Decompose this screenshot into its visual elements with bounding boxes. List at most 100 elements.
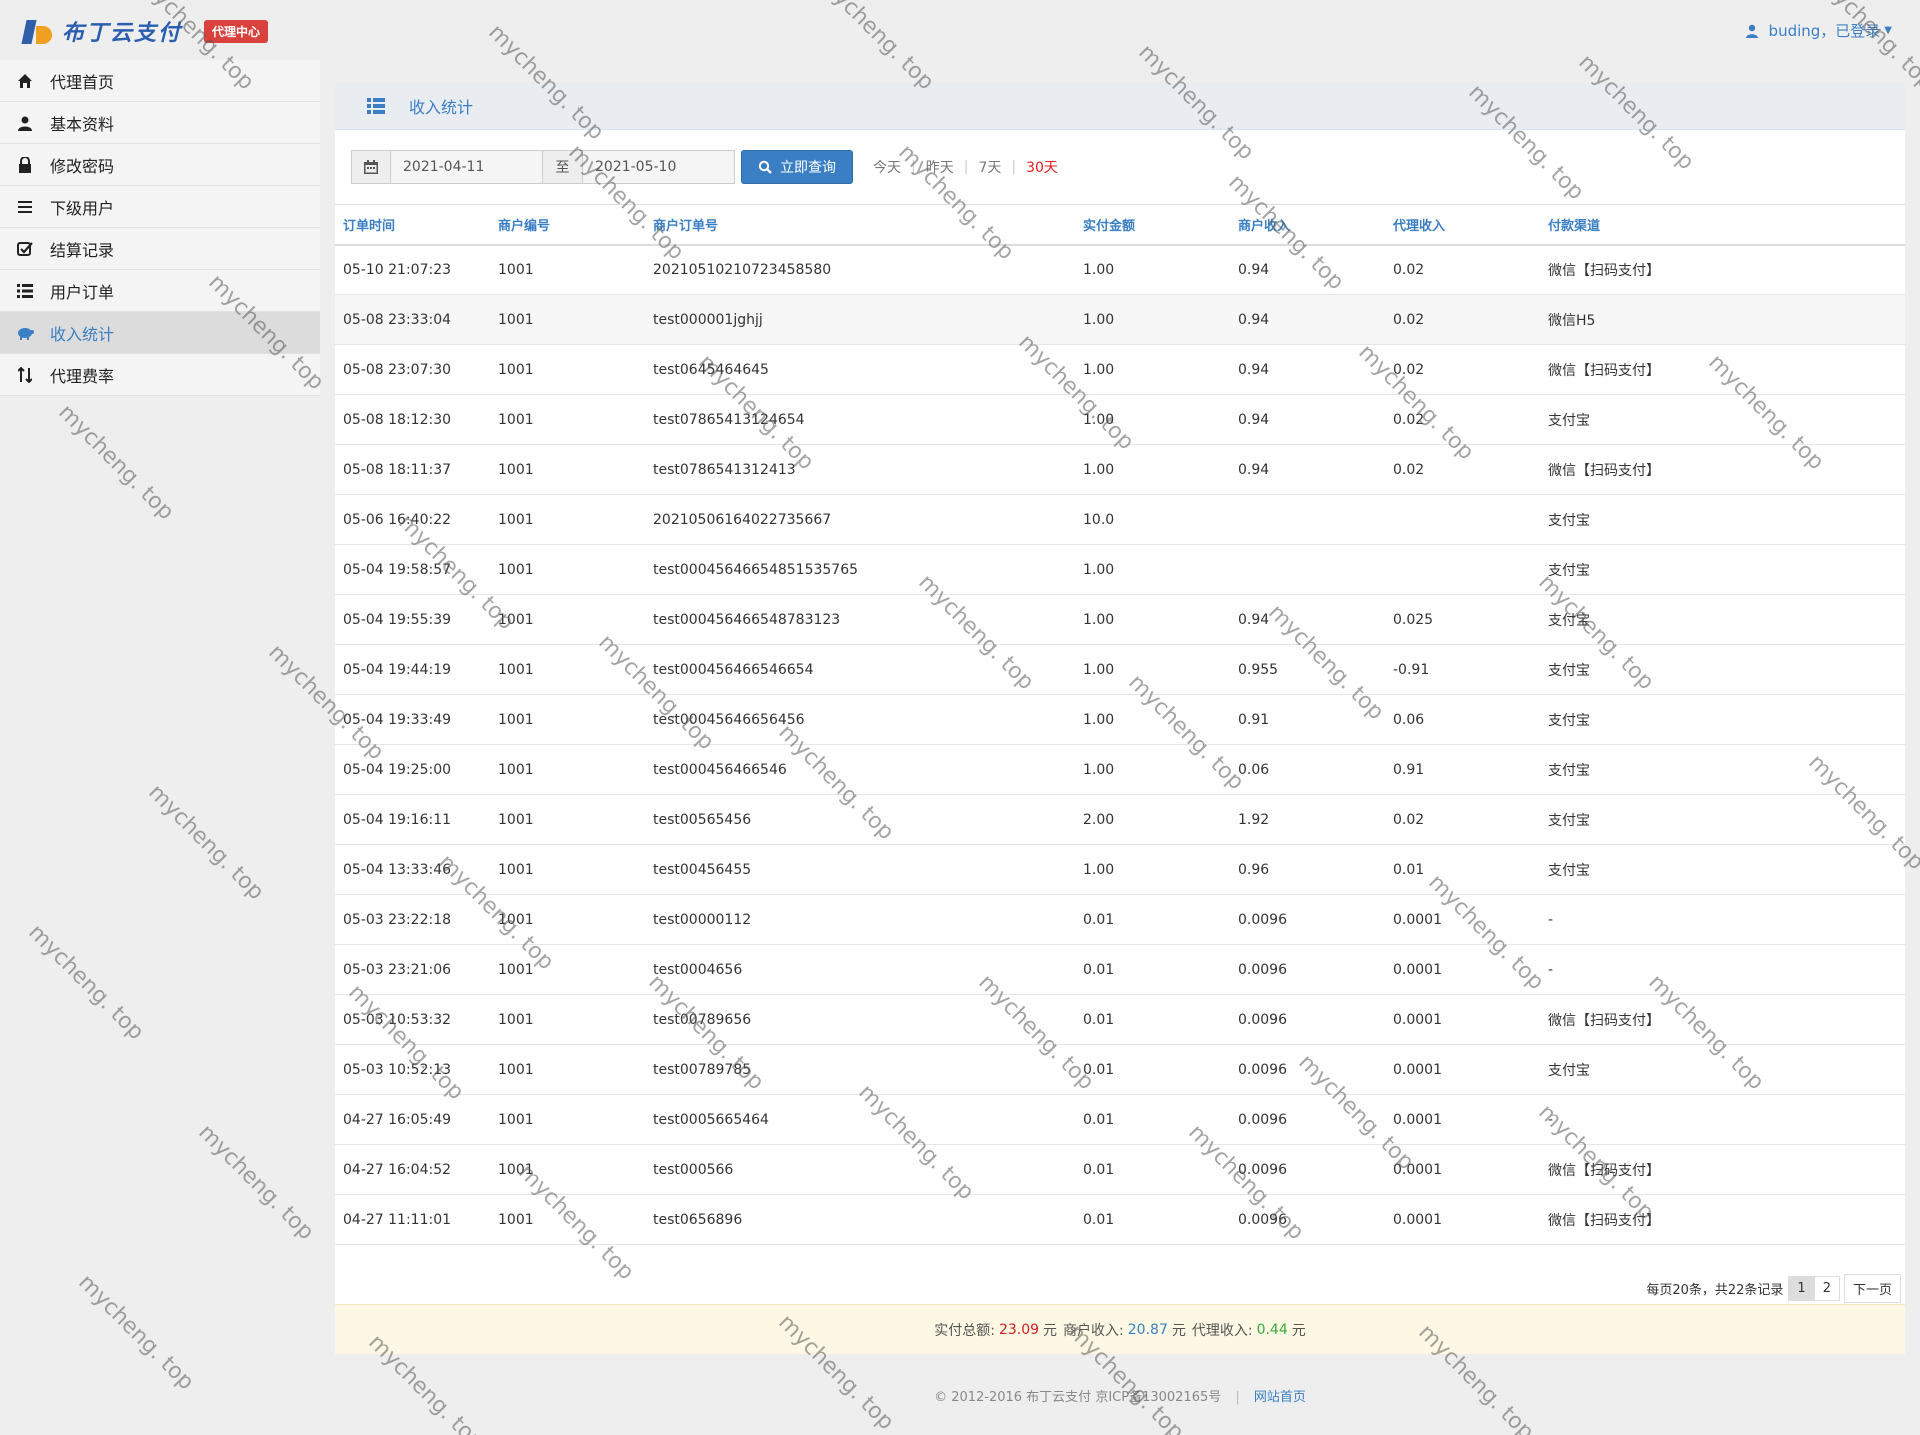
agent-income-cell: 0.02 (1385, 294, 1540, 345)
merchant-income-cell: 0.0096 (1230, 1194, 1385, 1245)
agent-income-cell: 0.0001 (1385, 1194, 1540, 1245)
calendar-icon[interactable] (351, 150, 391, 184)
paid-amount-cell: 0.01 (1075, 894, 1230, 945)
pay-channel-cell: 微信【扫码支付】 (1540, 1144, 1905, 1195)
order-time-cell: 05-04 19:25:00 (335, 744, 490, 795)
table-row: 05-08 23:07:30 1001 test0645464645 1.00 0.94… (335, 344, 1905, 395)
merchant-id-cell: 1001 (490, 544, 645, 595)
paid-amount-cell: 2.00 (1075, 794, 1230, 845)
sidebar-item-profile[interactable]: 基本资料 (0, 102, 320, 144)
sidebar-item-subusers[interactable]: 下级用户 (0, 186, 320, 228)
table-row: 05-03 10:52:13 1001 test00789785 0.01 0.0096… (335, 1044, 1905, 1095)
user-icon (14, 114, 36, 132)
query-button[interactable]: 立即查询 (741, 150, 853, 184)
merchant-income-cell: 0.94 (1230, 294, 1385, 345)
merchant-order-no-cell: test00045646656456 (645, 694, 1075, 745)
table-row: 05-08 18:11:37 1001 test0786541312413 1.00 0… (335, 444, 1905, 495)
piggy-bank-icon (14, 324, 36, 342)
merchant-income-cell: 0.96 (1230, 844, 1385, 895)
end-date-input[interactable] (583, 150, 735, 184)
column-header-merchant-id[interactable]: 商户编号 (490, 204, 645, 246)
sidebar-item-home[interactable]: 代理首页 (0, 60, 320, 102)
agent-income-cell: -0.91 (1385, 644, 1540, 695)
sidebar-item-label: 收入统计 (50, 324, 115, 344)
merchant-income-label: 商户收入: (1063, 1322, 1124, 1339)
paid-amount-cell: 1.00 (1075, 244, 1230, 295)
user-label: buding，已登录 (1768, 22, 1881, 40)
paid-amount-cell: 1.00 (1075, 694, 1230, 745)
merchant-income-cell: 0.0096 (1230, 1144, 1385, 1195)
quick-range-30-days[interactable]: 30天 (1026, 157, 1058, 177)
table-row: 05-10 21:07:23 1001 20210510210723458580 1.… (335, 244, 1905, 295)
order-time-cell: 05-10 21:07:23 (335, 244, 490, 295)
merchant-order-no-cell: test00000112 (645, 894, 1075, 945)
quick-range-links: 今天 | 昨天 | 7天 | 30天 (873, 157, 1058, 177)
paid-amount-cell: 1.00 (1075, 644, 1230, 695)
table-row: 04-27 11:11:01 1001 test0656896 0.01 0.0096 0… (335, 1194, 1905, 1245)
sidebar-item-password[interactable]: 修改密码 (0, 144, 320, 186)
order-time-cell: 05-04 19:44:19 (335, 644, 490, 695)
paid-amount-cell: 0.01 (1075, 1094, 1230, 1145)
page-1-button[interactable]: 1 (1788, 1276, 1815, 1301)
quick-range-yesterday[interactable]: 昨天 (926, 157, 954, 177)
merchant-income-cell: 0.94 (1230, 594, 1385, 645)
paid-amount-cell: 1.00 (1075, 744, 1230, 795)
agent-income-cell: 0.02 (1385, 394, 1540, 445)
sidebar-item-user-orders[interactable]: 用户订单 (0, 270, 320, 312)
agent-income-cell: 0.0001 (1385, 1044, 1540, 1095)
paid-amount-cell: 1.00 (1075, 544, 1230, 595)
merchant-order-no-cell: test00789785 (645, 1044, 1075, 1095)
table-row: 05-08 23:33:04 1001 test000001jghjj 1.00 0.9… (335, 294, 1905, 345)
divider: | (911, 159, 916, 175)
logo[interactable]: 布丁云支付 代理中心 (20, 16, 269, 46)
merchant-income-cell: 0.94 (1230, 394, 1385, 445)
home-link[interactable]: 网站首页 (1254, 1390, 1306, 1405)
merchant-id-cell: 1001 (490, 594, 645, 645)
column-header-agent-income[interactable]: 代理收入 (1385, 204, 1540, 246)
column-header-order-time[interactable]: 订单时间 (335, 204, 490, 246)
pay-channel-cell: 支付宝 (1540, 594, 1905, 645)
quick-range-today[interactable]: 今天 (873, 157, 901, 177)
sidebar-item-settlements[interactable]: 结算记录 (0, 228, 320, 270)
date-filter: 至 立即查询 今天 | 昨天 | 7天 | 30天 (351, 150, 1058, 184)
merchant-order-no-cell: test07865413124654 (645, 394, 1075, 445)
merchant-id-cell: 1001 (490, 894, 645, 945)
merchant-income-cell: 0.91 (1230, 694, 1385, 745)
pay-channel-cell: 支付宝 (1540, 644, 1905, 695)
sidebar-item-label: 用户订单 (50, 282, 115, 302)
table-row: 05-04 19:33:49 1001 test00045646656456 1.00… (335, 694, 1905, 745)
merchant-income-cell: 0.94 (1230, 244, 1385, 295)
merchant-order-no-cell: 20210506164022735667 (645, 494, 1075, 545)
page-2-button[interactable]: 2 (1813, 1276, 1840, 1301)
order-time-cell: 05-04 19:58:57 (335, 544, 490, 595)
merchant-id-cell: 1001 (490, 494, 645, 545)
next-page-button[interactable]: 下一页 (1843, 1274, 1901, 1303)
agent-income-cell: 0.025 (1385, 594, 1540, 645)
watermark-text: mycheng. top (53, 399, 179, 526)
sidebar-item-income-stats[interactable]: 收入统计 (0, 312, 320, 354)
paid-amount-cell: 0.01 (1075, 1044, 1230, 1095)
agent-income-cell: 0.01 (1385, 844, 1540, 895)
pay-channel-cell: 微信【扫码支付】 (1540, 994, 1905, 1045)
order-time-cell: 04-27 11:11:01 (335, 1194, 490, 1245)
search-icon (758, 160, 772, 174)
merchant-order-no-cell: test000456466546654 (645, 644, 1075, 695)
column-header-paid-amount[interactable]: 实付金额 (1075, 204, 1230, 246)
column-header-merchant-income[interactable]: 商户收入 (1230, 204, 1385, 246)
pay-channel-cell: 支付宝 (1540, 794, 1905, 845)
start-date-input[interactable] (391, 150, 543, 184)
pay-channel-cell: 支付宝 (1540, 694, 1905, 745)
column-header-pay-channel[interactable]: 付款渠道 (1540, 204, 1905, 246)
pay-channel-cell: 支付宝 (1540, 844, 1905, 895)
check-square-icon (14, 240, 36, 258)
merchant-income-cell: 1.92 (1230, 794, 1385, 845)
table-row: 05-03 10:53:32 1001 test00789656 0.01 0.0096… (335, 994, 1905, 1045)
agent-income-cell: 0.0001 (1385, 1144, 1540, 1195)
sidebar-item-label: 代理首页 (50, 72, 115, 92)
agent-center-badge: 代理中心 (204, 19, 269, 43)
quick-range-7-days[interactable]: 7天 (978, 157, 1001, 177)
sidebar-item-agent-rates[interactable]: 代理费率 (0, 354, 320, 396)
column-header-merchant-order-no[interactable]: 商户订单号 (645, 204, 1075, 246)
merchant-id-cell: 1001 (490, 244, 645, 295)
user-menu[interactable]: buding，已登录 ▼ (1745, 20, 1892, 41)
